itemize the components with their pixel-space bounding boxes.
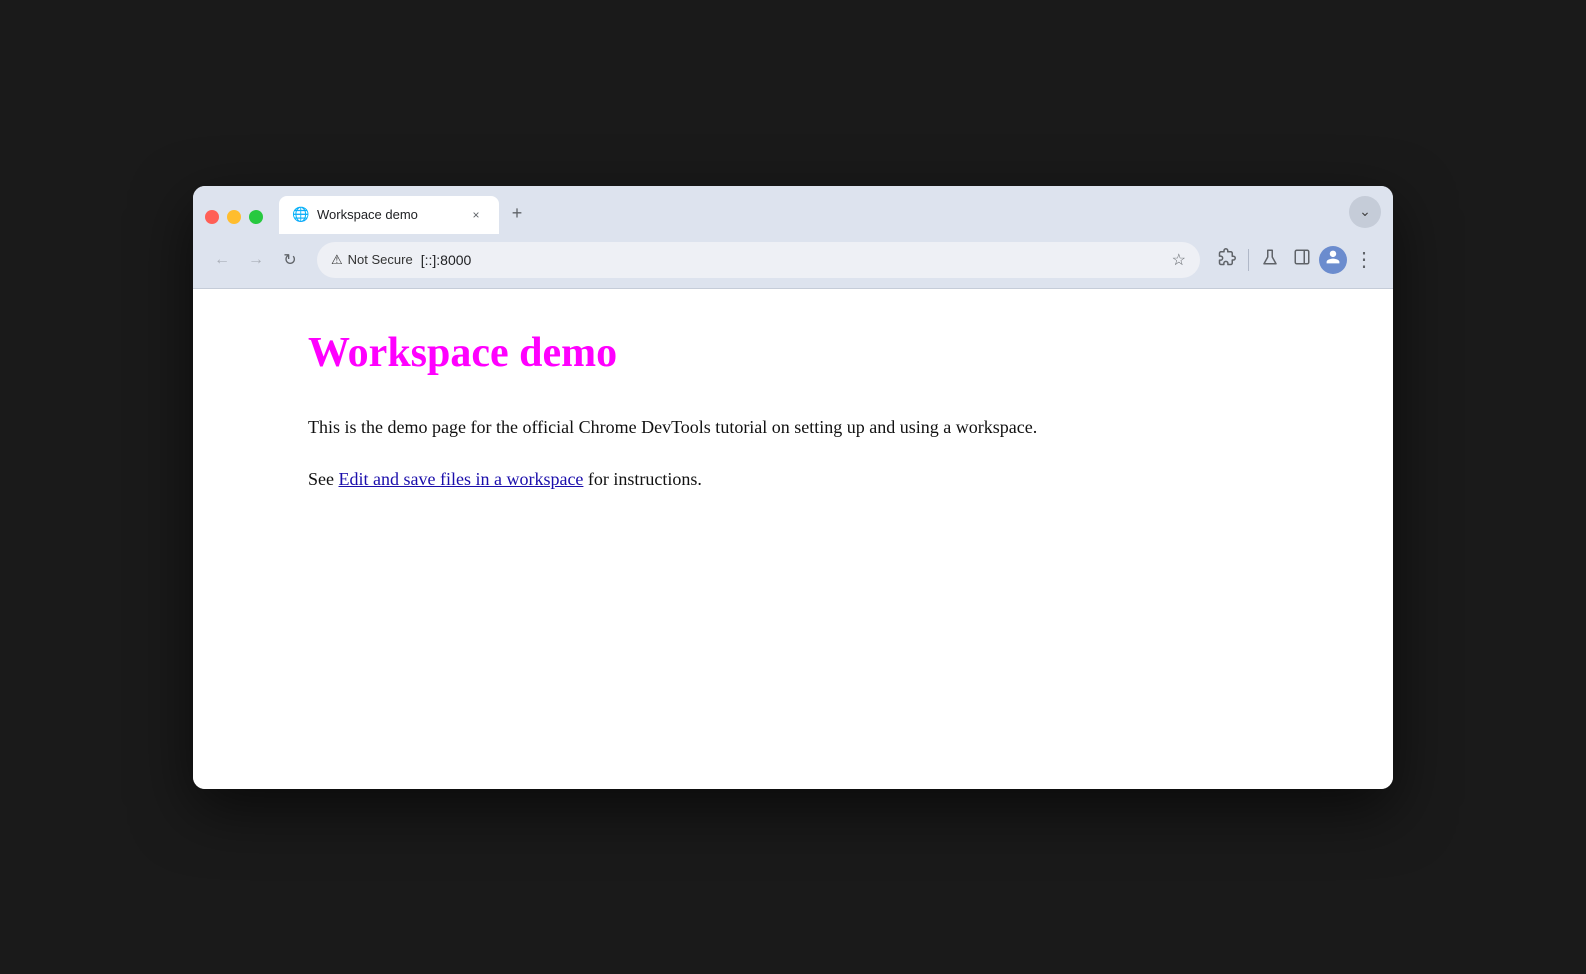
tab-title: Workspace demo xyxy=(317,207,459,222)
reload-button[interactable]: ↻ xyxy=(275,245,305,275)
close-traffic-light[interactable] xyxy=(205,210,219,224)
security-label: Not Secure xyxy=(348,252,413,267)
forward-button[interactable]: → xyxy=(241,245,271,275)
tab-favicon-icon: 🌐 xyxy=(293,207,309,223)
page-title: Workspace demo xyxy=(308,329,1353,377)
address-bar[interactable]: ⚠ Not Secure [::]:8000 ☆ xyxy=(317,242,1200,278)
active-tab[interactable]: 🌐 Workspace demo × xyxy=(279,196,499,234)
profile-button[interactable] xyxy=(1319,246,1347,274)
sidebar-button[interactable] xyxy=(1287,245,1317,275)
page-description: This is the demo page for the official C… xyxy=(308,413,1353,442)
page-content: Workspace demo This is the demo page for… xyxy=(193,289,1393,789)
browser-window: 🌐 Workspace demo × + ⌄ ← → ↻ ⚠ xyxy=(193,186,1393,789)
toolbar-divider xyxy=(1248,249,1249,271)
back-icon: ← xyxy=(214,251,230,269)
extensions-button[interactable] xyxy=(1212,245,1242,275)
maximize-traffic-light[interactable] xyxy=(249,210,263,224)
toolbar-icons: ⋮ xyxy=(1212,245,1379,275)
extensions-icon xyxy=(1218,248,1236,271)
menu-button[interactable]: ⋮ xyxy=(1349,245,1379,275)
tab-row: 🌐 Workspace demo × + ⌄ xyxy=(193,186,1393,234)
link-suffix: for instructions. xyxy=(583,469,702,489)
menu-icon: ⋮ xyxy=(1354,247,1374,272)
title-bar: 🌐 Workspace demo × + ⌄ ← → ↻ ⚠ xyxy=(193,186,1393,288)
security-indicator: ⚠ Not Secure xyxy=(331,252,413,268)
bookmark-icon[interactable]: ☆ xyxy=(1172,250,1186,270)
lab-button[interactable] xyxy=(1255,245,1285,275)
lab-icon xyxy=(1261,248,1279,271)
warning-icon: ⚠ xyxy=(331,252,343,268)
new-tab-button[interactable]: + xyxy=(503,200,531,228)
workspace-link[interactable]: Edit and save files in a workspace xyxy=(339,469,584,489)
tab-dropdown-button[interactable]: ⌄ xyxy=(1349,196,1381,228)
link-prefix: See xyxy=(308,469,339,489)
reload-icon: ↻ xyxy=(283,250,296,270)
back-button[interactable]: ← xyxy=(207,245,237,275)
url-text[interactable]: [::]:8000 xyxy=(421,252,1164,268)
profile-icon xyxy=(1325,249,1341,270)
sidebar-icon xyxy=(1293,248,1311,271)
tab-close-button[interactable]: × xyxy=(467,206,485,224)
forward-icon: → xyxy=(248,251,264,269)
traffic-lights xyxy=(205,210,263,234)
address-bar-row: ← → ↻ ⚠ Not Secure [::]:8000 ☆ xyxy=(193,234,1393,288)
minimize-traffic-light[interactable] xyxy=(227,210,241,224)
page-link-paragraph: See Edit and save files in a workspace f… xyxy=(308,465,1353,494)
